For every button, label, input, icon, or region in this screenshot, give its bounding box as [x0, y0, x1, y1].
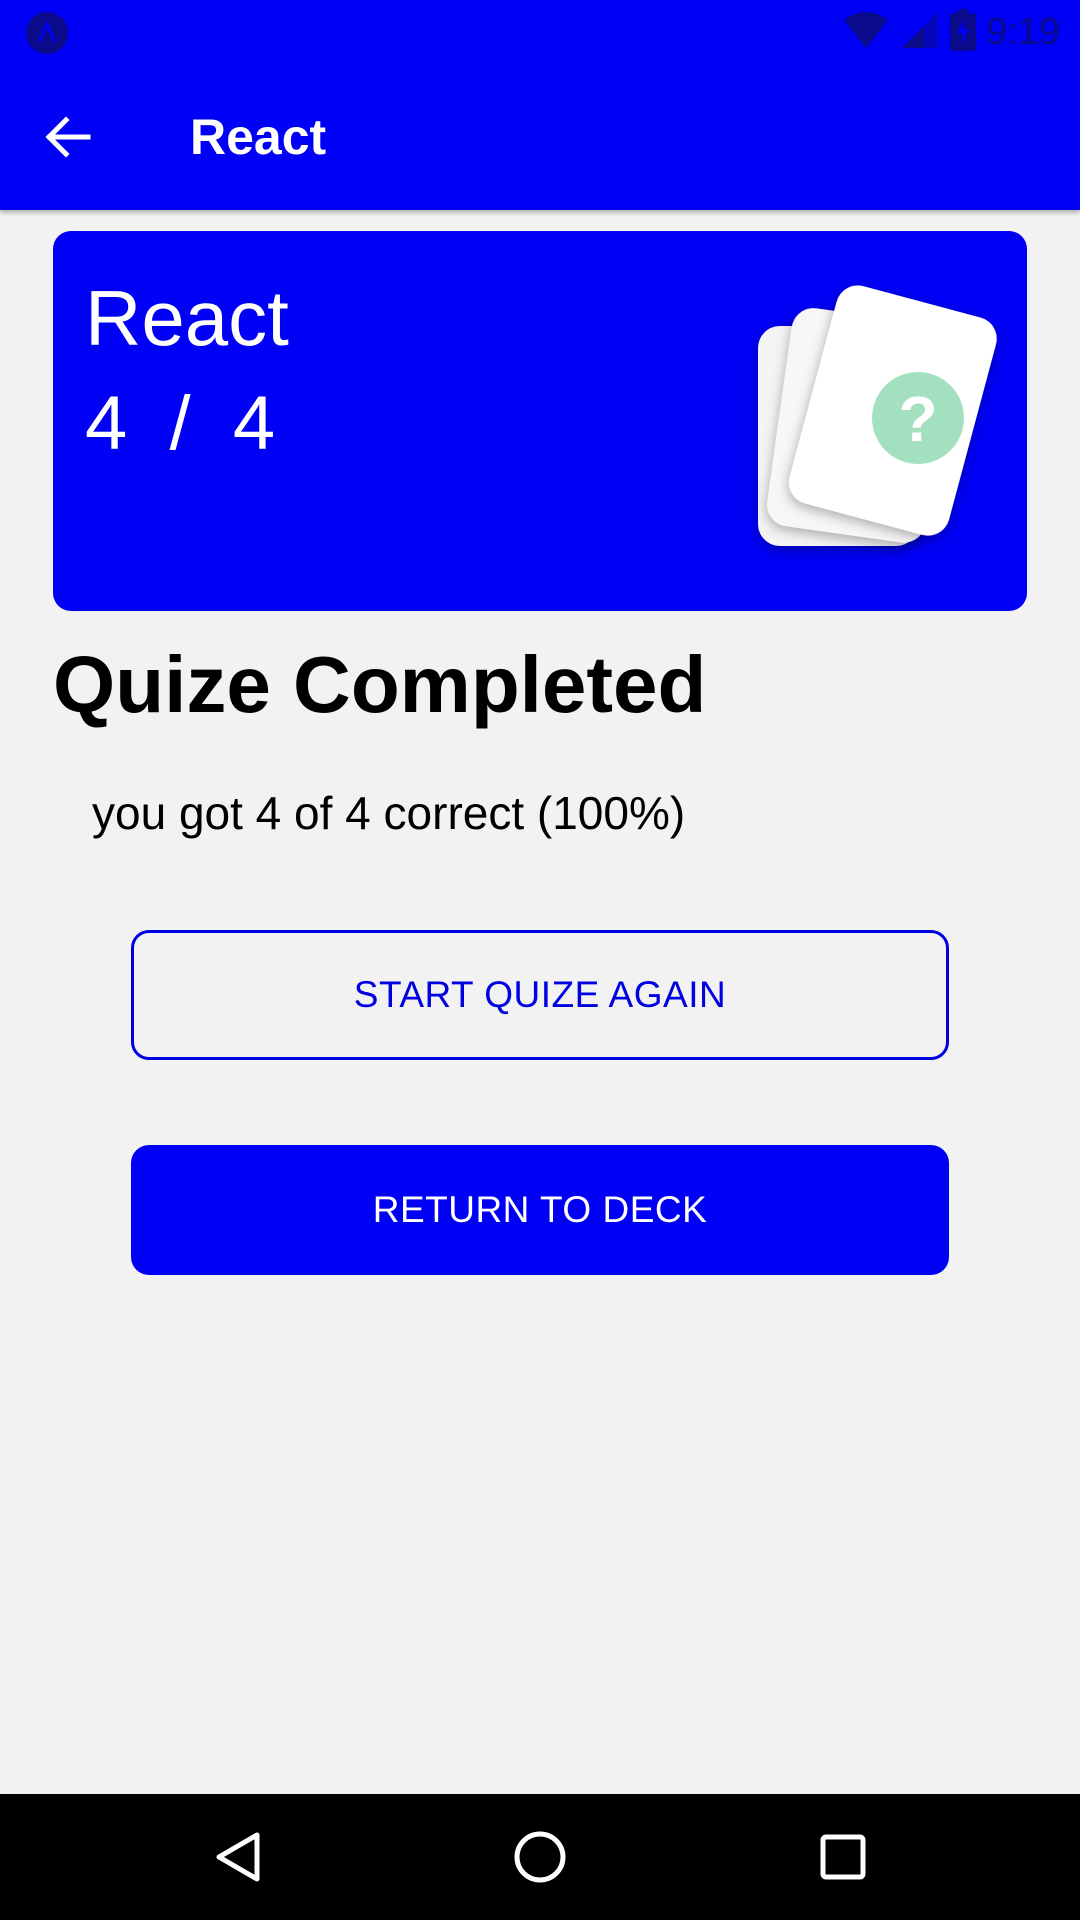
app-bar: React: [0, 63, 1080, 210]
question-cards-icon: ?: [758, 285, 997, 546]
system-nav-bar: [0, 1794, 1080, 1920]
svg-text:?: ?: [898, 383, 937, 455]
deck-card: React 4 / 4 ?: [53, 231, 1027, 611]
recents-square-icon: [820, 1834, 866, 1880]
home-circle-icon: [514, 1831, 566, 1883]
status-time: 9:19: [986, 10, 1060, 53]
app-icon: [26, 12, 68, 54]
wifi-icon: [842, 10, 890, 55]
deck-progress: 4 / 4: [85, 381, 276, 466]
start-quiz-again-button[interactable]: START QUIZE AGAIN: [131, 930, 949, 1060]
nav-back-button[interactable]: [200, 1819, 276, 1895]
status-icons: 9:19: [842, 8, 1060, 56]
result-heading: Quize Completed: [53, 640, 707, 729]
deck-name: React: [85, 274, 289, 362]
battery-charging-icon: [950, 8, 977, 56]
page-title: React: [190, 109, 327, 165]
result-summary: you got 4 of 4 correct (100%): [92, 787, 686, 839]
back-triangle-icon: [216, 1832, 260, 1882]
status-bar: 9:19: [0, 0, 1080, 63]
back-button[interactable]: [30, 99, 106, 175]
arrow-left-icon: [45, 116, 91, 158]
nav-home-button[interactable]: [502, 1819, 578, 1895]
signal-icon: [900, 10, 940, 55]
nav-recents-button[interactable]: [805, 1819, 881, 1895]
return-to-deck-button[interactable]: RETURN TO DECK: [131, 1145, 949, 1275]
